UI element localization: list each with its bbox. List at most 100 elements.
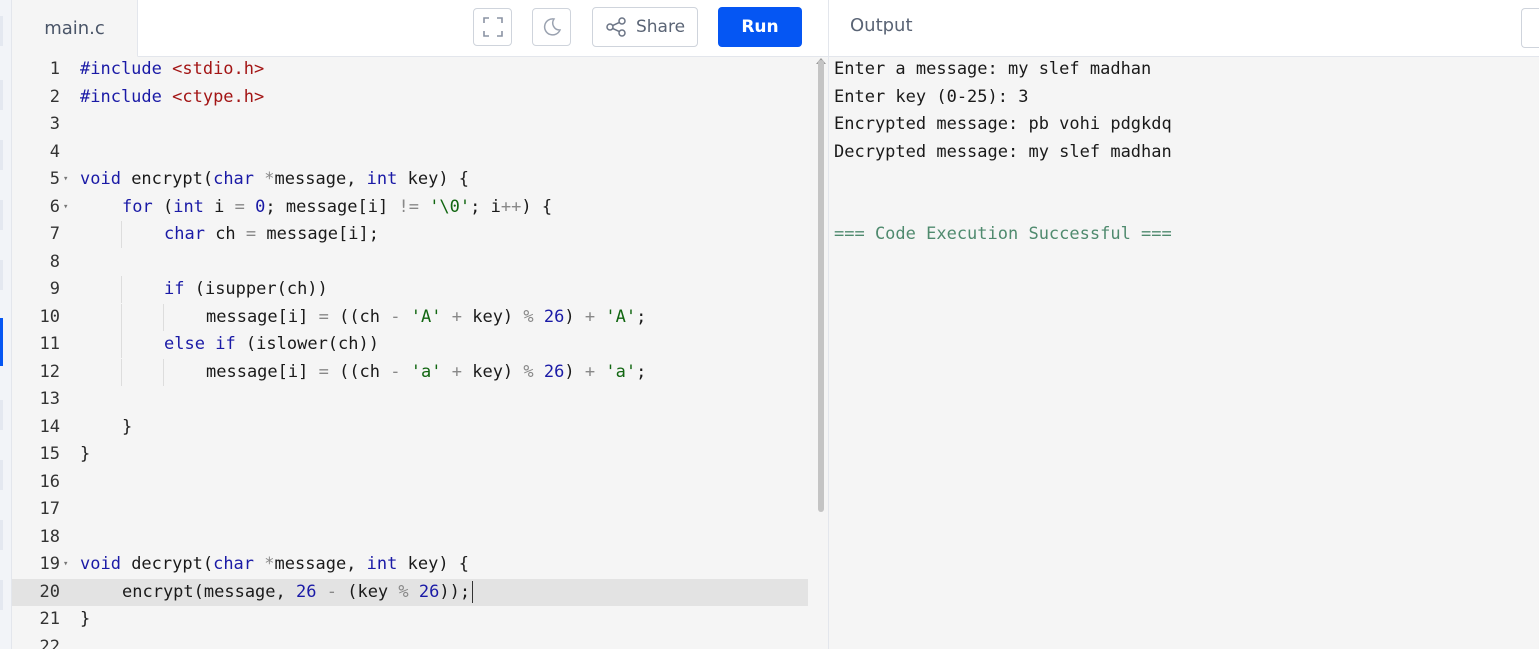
code-line[interactable]: 15}	[12, 441, 808, 468]
line-number: 8	[49, 251, 60, 272]
rail-marker	[0, 400, 3, 430]
indent-guide	[121, 276, 122, 303]
line-number: 2	[49, 86, 60, 107]
moon-icon	[543, 18, 561, 36]
sidebar-rail	[0, 0, 12, 649]
indent-guide	[121, 221, 122, 248]
code-text: char ch = message[i];	[164, 224, 379, 244]
output-title: Output	[850, 15, 913, 36]
rail-marker	[0, 16, 3, 46]
code-line[interactable]: 2 #include <ctype.h>	[12, 84, 808, 111]
code-text: }	[122, 416, 133, 437]
code-line[interactable]: 17	[12, 496, 808, 523]
code-line[interactable]: 19 ▾ void decrypt(char *message, int key) …	[12, 551, 808, 578]
output-console: Enter a message: my slef madhan Enter key…	[829, 57, 1539, 649]
editor-scrollbar[interactable]	[818, 60, 824, 512]
indent-guide	[163, 303, 164, 331]
line-number: 13	[39, 389, 60, 409]
rail-marker	[0, 580, 3, 610]
output-header: Output	[829, 0, 1539, 57]
execution-status: === Code Execution Successful ===	[834, 224, 1172, 244]
code-text: if (isupper(ch))	[164, 279, 328, 299]
rail-marker	[0, 140, 3, 170]
fold-chevron-icon[interactable]: ▾	[63, 166, 68, 193]
code-text: #include <ctype.h>	[80, 86, 265, 107]
code-line[interactable]: 11 else if (islower(ch))	[12, 331, 808, 358]
fullscreen-icon	[482, 17, 503, 37]
line-number: 22	[39, 636, 60, 649]
code-line[interactable]: 10 message[i] = ((ch - 'A' + key) % 26) +…	[12, 303, 808, 331]
line-number: 19	[39, 554, 60, 574]
code-line[interactable]: 4	[12, 139, 808, 166]
fold-chevron-icon[interactable]: ▾	[63, 194, 68, 221]
line-number: 3	[49, 114, 60, 134]
code-text: else if (islower(ch))	[164, 334, 379, 354]
rail-marker	[0, 80, 3, 110]
rail-marker	[0, 520, 3, 550]
code-line[interactable]: 22	[12, 634, 808, 649]
code-line[interactable]: 3	[12, 111, 808, 138]
code-text: message[i] = ((ch - 'a' + key) % 26) + '…	[206, 361, 647, 382]
line-number: 9	[49, 279, 60, 299]
code-line[interactable]: 5 ▾ void encrypt(char *message, int key) {	[12, 166, 808, 193]
file-tab[interactable]: main.c	[12, 0, 138, 57]
output-line: Decrypted message: my slef madhan	[834, 141, 1172, 162]
line-number: 21	[39, 609, 60, 629]
code-line[interactable]: 7 char ch = message[i];	[12, 221, 808, 248]
run-button[interactable]: Run	[718, 7, 802, 47]
rail-marker	[0, 260, 3, 290]
rail-active-indicator	[0, 318, 3, 366]
code-line[interactable]: 20 encrypt(message, 26 - (key % 26));	[12, 578, 808, 606]
line-number: 17	[39, 499, 60, 519]
code-text: void encrypt(char *message, int key) {	[80, 169, 470, 189]
indent-guide	[121, 303, 122, 331]
line-number: 15	[39, 444, 60, 464]
text-cursor	[472, 580, 474, 603]
line-number: 12	[39, 361, 60, 382]
line-number: 11	[39, 334, 60, 354]
line-number: 5	[49, 169, 60, 189]
code-text: }	[80, 609, 91, 629]
rail-marker	[0, 200, 3, 230]
code-text: }	[80, 444, 91, 464]
code-line[interactable]: 1 #include <stdio.h>	[12, 57, 808, 83]
indent-guide	[121, 331, 122, 358]
fold-chevron-icon[interactable]: ▾	[63, 551, 68, 578]
code-text: void decrypt(char *message, int key) {	[80, 554, 470, 574]
code-text: for (int i = 0; message[i] != '\0'; i++)…	[122, 196, 553, 217]
fullscreen-button[interactable]	[473, 8, 512, 46]
line-number: 20	[39, 581, 60, 602]
share-icon	[606, 17, 626, 37]
indent-guide	[163, 358, 164, 386]
code-line[interactable]: 8	[12, 249, 808, 276]
code-line[interactable]: 9 if (isupper(ch))	[12, 276, 808, 303]
code-text: #include <stdio.h>	[80, 59, 265, 79]
code-line[interactable]: 21}	[12, 606, 808, 633]
rail-marker	[0, 460, 3, 490]
code-line[interactable]: 6 ▾ for (int i = 0; message[i] != '\0'; i+…	[12, 194, 808, 221]
code-text: message[i] = ((ch - 'A' + key) % 26) + '…	[206, 306, 647, 327]
line-number: 16	[39, 471, 60, 492]
line-number: 7	[49, 224, 60, 244]
line-number: 14	[39, 416, 60, 437]
line-number: 18	[39, 526, 60, 547]
code-text: encrypt(message, 26 - (key % 26));	[122, 579, 474, 606]
clear-button[interactable]	[1521, 8, 1539, 48]
editor-toolbar: main.c Share Run	[12, 0, 828, 57]
line-number: 4	[49, 141, 60, 162]
line-number: 10	[39, 306, 60, 327]
output-line: Enter a message: my slef madhan	[834, 59, 1152, 79]
theme-toggle-button[interactable]	[532, 8, 571, 46]
output-line: Encrypted message: pb vohi pdgkdq	[834, 114, 1172, 134]
code-line[interactable]: 13	[12, 386, 808, 413]
code-line[interactable]: 18	[12, 524, 808, 551]
code-line[interactable]: 14}	[12, 414, 808, 441]
code-line[interactable]: 16	[12, 469, 808, 496]
indent-guide	[121, 358, 122, 386]
code-line[interactable]: 12 message[i] = ((ch - 'a' + key) % 26) +…	[12, 358, 808, 386]
output-line: Enter key (0-25): 3	[834, 86, 1029, 107]
code-editor[interactable]: 1 #include <stdio.h> 2 #include <ctype.h> 3 4…	[12, 57, 828, 649]
share-label: Share	[635, 17, 686, 37]
share-button[interactable]: Share	[592, 7, 698, 47]
line-number: 1	[49, 59, 60, 79]
